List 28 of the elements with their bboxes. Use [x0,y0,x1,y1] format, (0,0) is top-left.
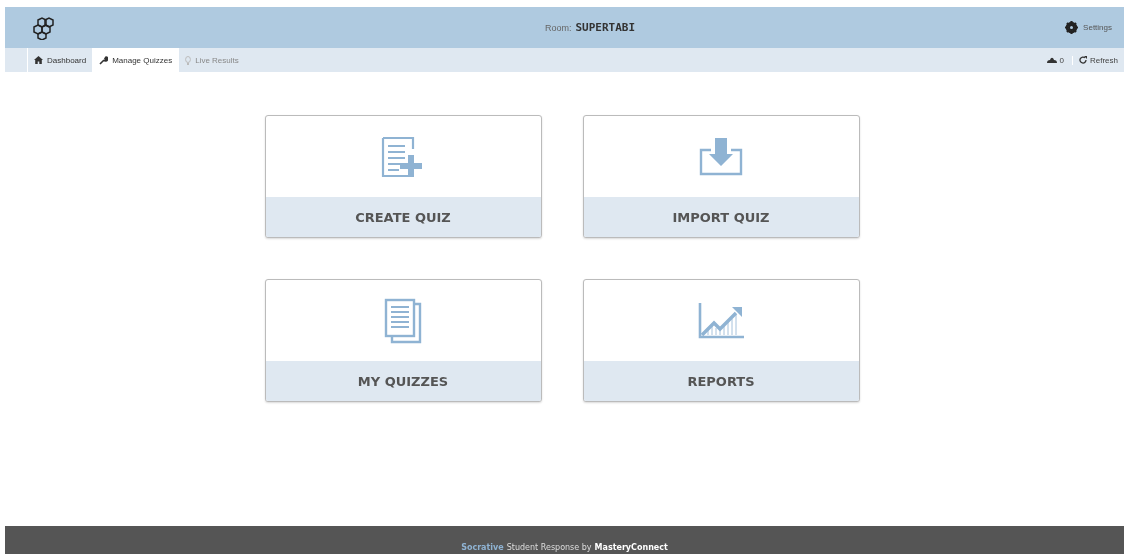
nav-tab[interactable]: Manage Quizzes [92,48,179,72]
line-chart-icon [698,302,744,339]
tile-label: REPORTS [687,373,755,389]
quiz-tile[interactable]: IMPORT QUIZ [582,115,860,238]
settings-icon [1065,21,1079,34]
download-tray-icon [699,137,743,176]
home-icon [34,56,43,64]
bulb-icon [185,55,192,65]
tile-label: CREATE QUIZ [355,209,451,225]
refresh-icon [1079,56,1087,64]
settings-link[interactable]: Settings [1065,21,1112,34]
brand-name: Socrative [461,543,504,552]
wrench-icon [99,55,109,65]
refresh-button[interactable]: Refresh [1073,55,1118,65]
quiz-tile[interactable]: REPORTS [582,279,860,402]
student-count: 0 [1059,55,1064,65]
room-name: SUPERTABI [575,21,636,34]
documents-icon [384,297,422,344]
document-plus-icon [381,136,425,177]
room-label: Room: [545,23,572,33]
students-icon [1046,57,1057,63]
company-name: MasteryConnect [594,543,668,552]
footer-text: Student Response by [506,543,592,552]
tile-label: MY QUIZZES [357,373,449,389]
quiz-tile[interactable]: MY QUIZZES [264,279,542,402]
quiz-tile[interactable]: CREATE QUIZ [264,115,542,238]
hexagon-logo-icon[interactable] [33,15,55,40]
tile-label: IMPORT QUIZ [672,209,770,225]
